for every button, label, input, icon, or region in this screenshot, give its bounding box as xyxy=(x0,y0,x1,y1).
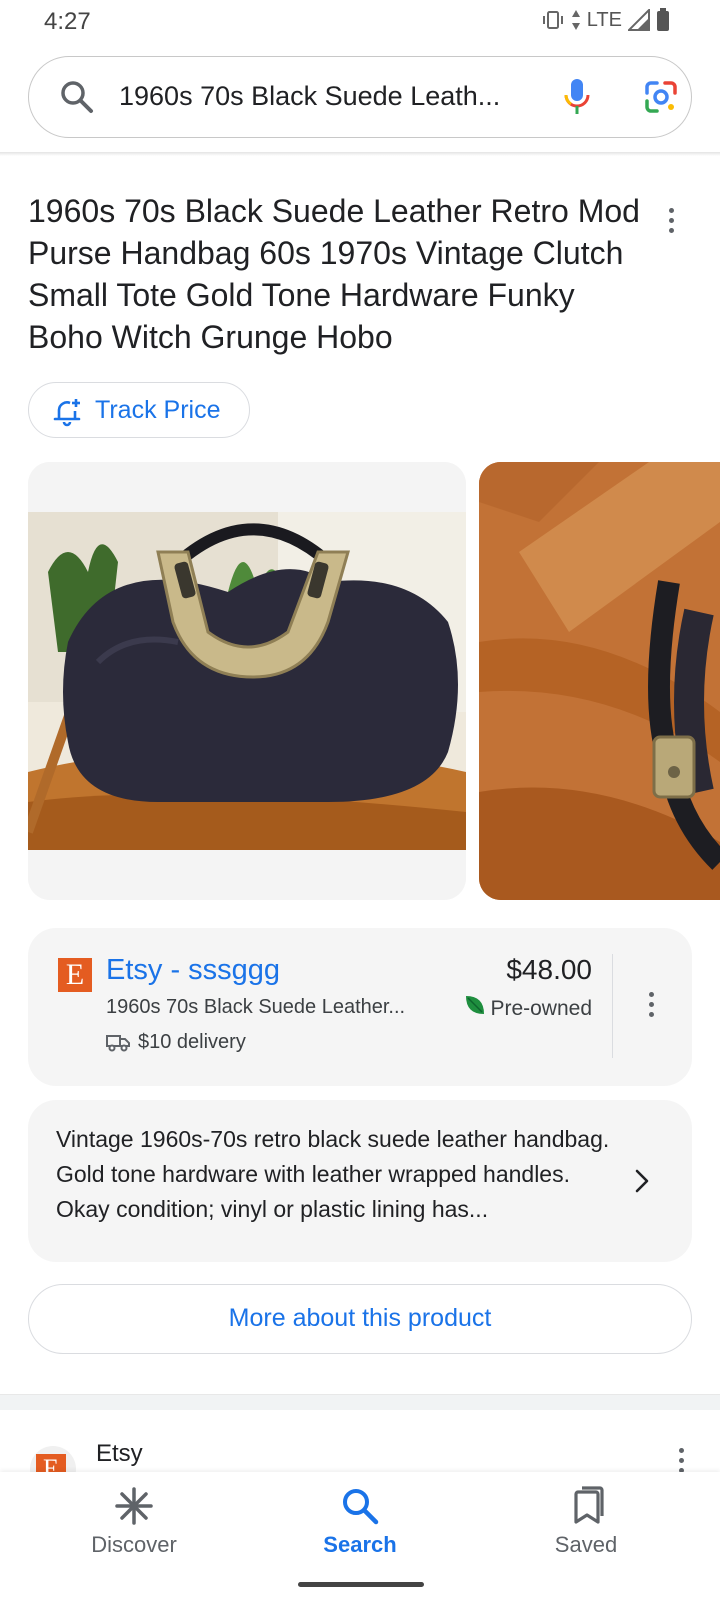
offer-price: $48.00 xyxy=(506,954,592,985)
product-details-card[interactable]: Vintage 1960s-70s retro black suede leat… xyxy=(28,1100,692,1262)
more-about-product-button[interactable]: More about this product xyxy=(28,1284,692,1354)
offer-description: 1960s 70s Black Suede Leather... xyxy=(106,996,406,1018)
gesture-bar[interactable] xyxy=(298,1582,424,1587)
condition-label: Pre-owned xyxy=(490,997,592,1020)
status-time: 4:27 xyxy=(44,8,91,35)
battery-icon xyxy=(656,8,670,32)
product-image-main[interactable] xyxy=(28,462,466,900)
search-icon xyxy=(280,1486,440,1526)
lens-icon[interactable] xyxy=(643,79,679,120)
nav-search-label: Search xyxy=(323,1532,397,1557)
more-options-icon[interactable] xyxy=(642,990,662,1020)
nav-discover[interactable]: Discover xyxy=(54,1486,214,1558)
mic-icon[interactable] xyxy=(563,77,591,122)
truck-icon xyxy=(106,1032,130,1057)
vibrate-icon xyxy=(541,10,565,30)
more-about-product-label: More about this product xyxy=(228,1304,492,1332)
asterisk-icon xyxy=(54,1486,214,1526)
seller-offer-card[interactable]: E Etsy - sssggg 1960s 70s Black Suede Le… xyxy=(28,928,692,1086)
etsy-logo: E xyxy=(58,958,92,992)
product-details-text: Vintage 1960s-70s retro black suede leat… xyxy=(56,1126,610,1222)
status-bar: 4:27 LTE xyxy=(0,0,720,44)
track-price-label: Track Price xyxy=(95,396,221,424)
product-image-secondary[interactable] xyxy=(479,462,720,900)
delivery-info: $10 delivery xyxy=(138,1031,246,1053)
data-arrows-icon xyxy=(571,9,581,31)
more-options-icon[interactable] xyxy=(662,206,682,236)
track-price-button[interactable]: Track Price xyxy=(28,382,250,438)
product-title: 1960s 70s Black Suede Leather Retro Mod … xyxy=(28,193,640,355)
network-label: LTE xyxy=(586,8,622,31)
nav-saved-label: Saved xyxy=(554,1532,618,1557)
nav-discover-label: Discover xyxy=(91,1532,177,1557)
search-icon xyxy=(59,79,95,120)
search-query[interactable]: 1960s 70s Black Suede Leath... xyxy=(119,81,500,112)
divider xyxy=(612,954,613,1058)
header-divider xyxy=(0,152,720,156)
seller-name-link[interactable]: Etsy - sssggg xyxy=(106,954,280,987)
section-divider xyxy=(0,1394,720,1410)
leaf-icon xyxy=(464,994,486,1021)
bookmarks-icon xyxy=(506,1486,666,1526)
next-result-seller[interactable]: Etsy xyxy=(96,1440,143,1468)
signal-icon xyxy=(628,9,650,31)
nav-saved[interactable]: Saved xyxy=(506,1486,666,1558)
chevron-right-icon xyxy=(632,1168,652,1199)
search-bar[interactable]: 1960s 70s Black Suede Leath... xyxy=(28,56,692,138)
bell-plus-icon xyxy=(53,397,83,432)
status-icons: LTE xyxy=(541,8,670,32)
nav-search[interactable]: Search xyxy=(280,1486,440,1558)
bottom-navigation: Discover Search Saved xyxy=(0,1472,720,1600)
